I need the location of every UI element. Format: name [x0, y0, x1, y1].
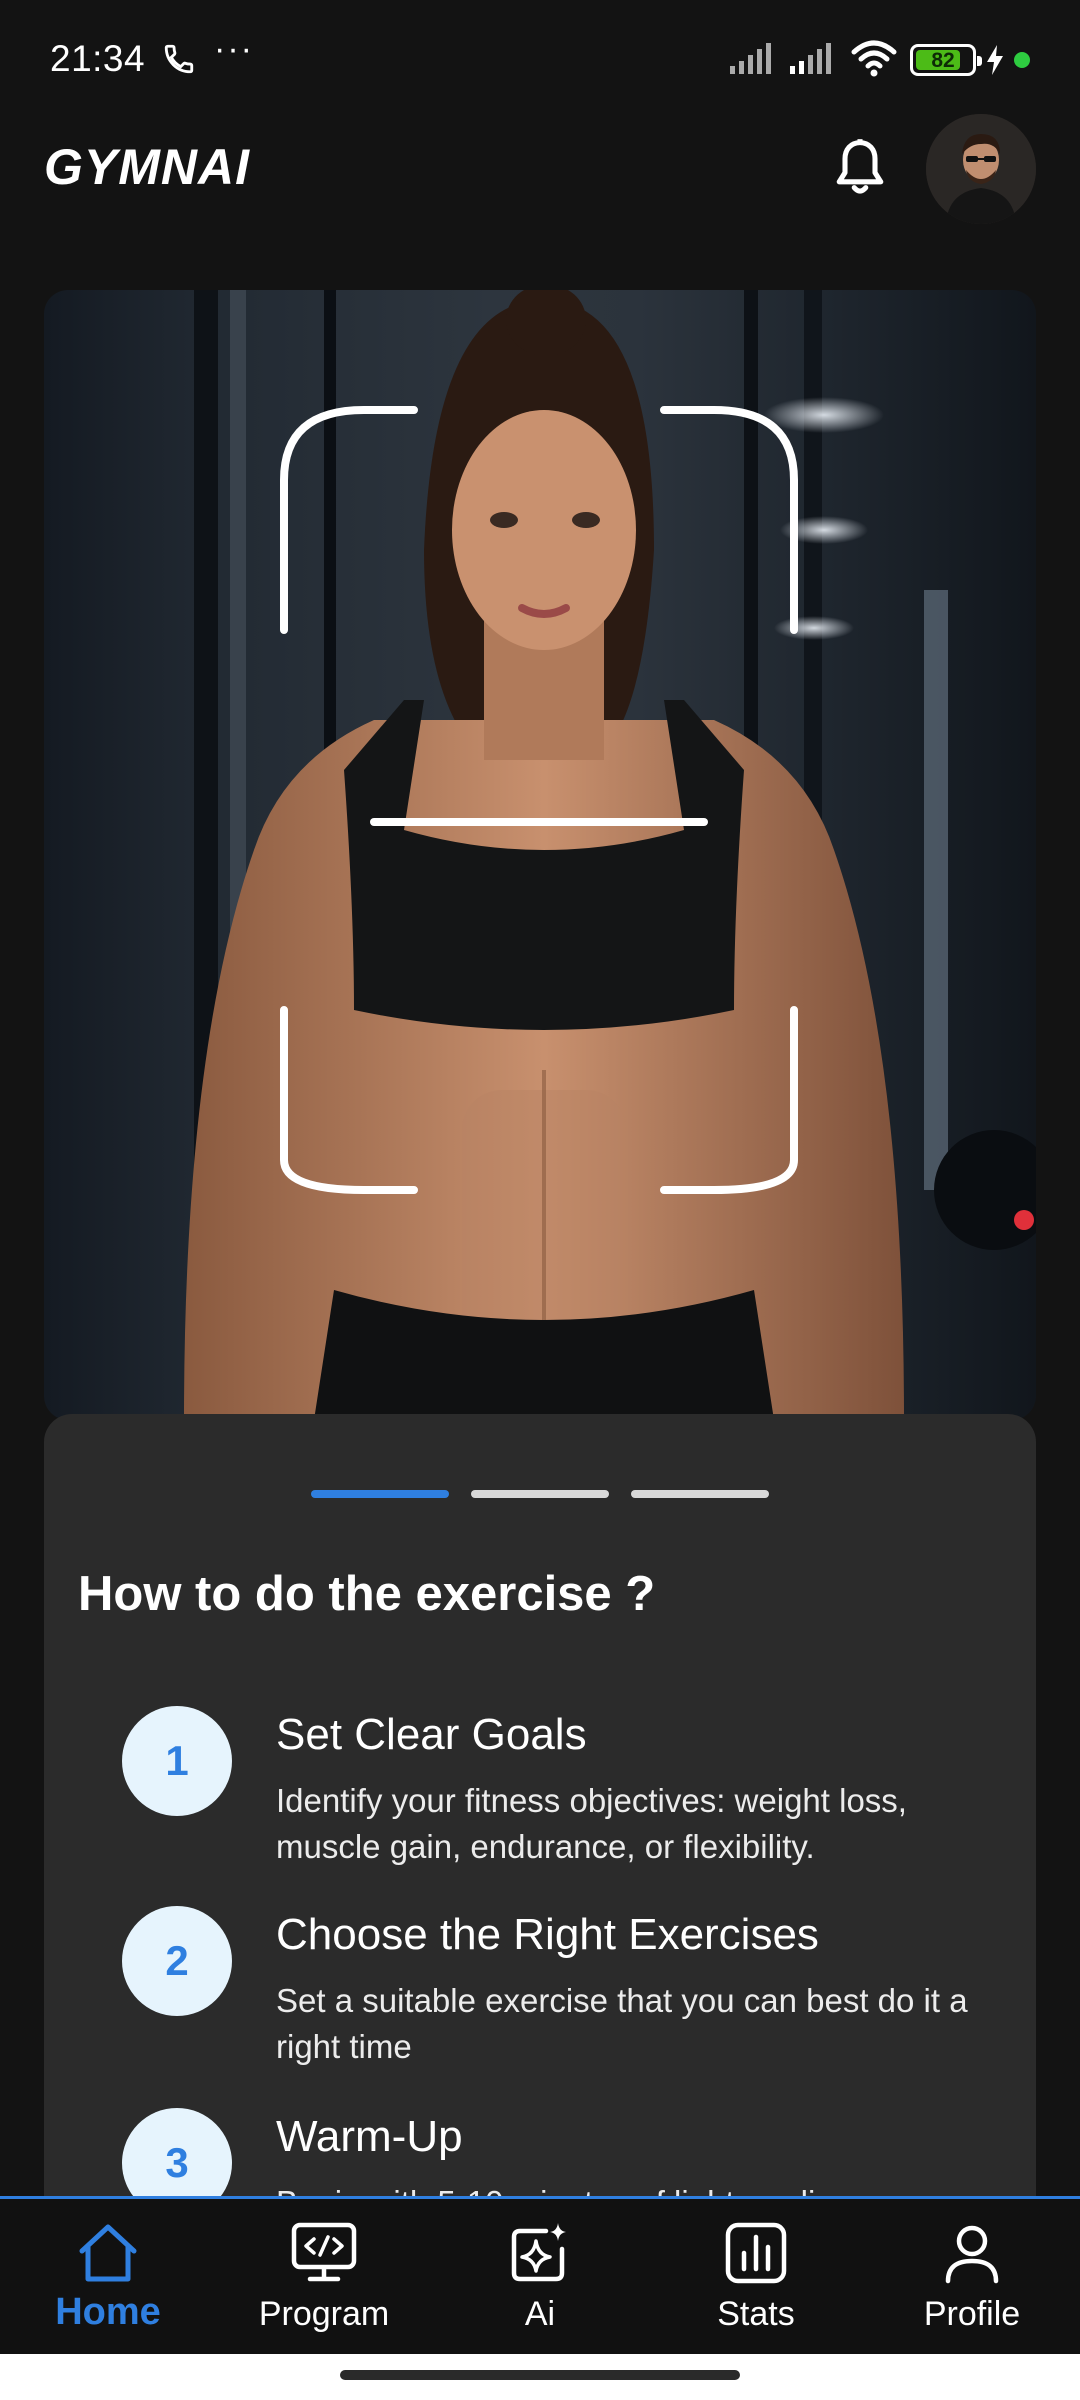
pager-dot[interactable] — [631, 1490, 769, 1498]
app-logo: GYMNAI — [44, 139, 250, 195]
bell-icon[interactable] — [832, 138, 888, 198]
status-bar: 21:34 ··· 82 — [0, 0, 1080, 120]
step-number: 2 — [122, 1906, 232, 2016]
more-notifications-icon: ··· — [214, 30, 254, 68]
nav-item-ai[interactable]: Ai — [432, 2199, 648, 2357]
nav-label: Home — [55, 2291, 161, 2333]
charging-bolt-icon — [987, 45, 1003, 75]
pager-dot-active[interactable] — [311, 1490, 449, 1498]
nav-label: Ai — [524, 2295, 556, 2333]
step-number: 1 — [122, 1706, 232, 1816]
nav-item-profile[interactable]: Profile — [864, 2199, 1080, 2357]
nav-label: Stats — [717, 2295, 795, 2333]
hero-image — [44, 290, 1036, 1420]
cell-signal-2-icon — [790, 43, 831, 74]
pager-dot[interactable] — [471, 1490, 609, 1498]
step-description: Set a suitable exercise that you can bes… — [276, 1982, 968, 2065]
stats-icon — [725, 2222, 787, 2284]
home-icon — [79, 2224, 137, 2282]
wifi-icon — [851, 40, 897, 77]
avatar-image — [926, 114, 1036, 224]
code-monitor-icon — [291, 2222, 357, 2282]
step-description: Identify your fitness objectives: weight… — [276, 1782, 907, 1865]
battery-icon: 82 — [910, 44, 982, 76]
profile-icon — [945, 2225, 999, 2284]
battery-level: 82 — [931, 49, 955, 72]
athlete-photo — [184, 290, 1036, 1420]
nav-item-program[interactable]: Program — [216, 2199, 432, 2357]
avatar[interactable] — [926, 114, 1036, 224]
step-number: 3 — [122, 2108, 232, 2204]
battery-tip — [977, 56, 982, 66]
nav-item-home[interactable]: Home — [0, 2199, 216, 2357]
card-title: How to do the exercise ? — [78, 1567, 656, 1621]
step-title: Choose the Right Exercises — [276, 1910, 819, 1959]
privacy-dot-icon — [1014, 52, 1030, 68]
home-indicator[interactable] — [340, 2370, 740, 2380]
nav-label: Profile — [923, 2295, 1021, 2333]
step-title: Warm-Up — [276, 2112, 463, 2161]
nav-label: Program — [258, 2295, 390, 2333]
step-title: Set Clear Goals — [276, 1710, 587, 1759]
phone-call-icon — [164, 44, 194, 74]
status-time: 21:34 — [50, 38, 146, 79]
instruction-card: How to do the exercise ? 1 Set Clear Goa… — [44, 1414, 1036, 2204]
bottom-nav: Home Program Ai Stats Profile — [0, 2196, 1080, 2354]
ai-sparkle-icon — [511, 2223, 566, 2282]
screen: 21:34 ··· 82 GYMNAI How to do the exerci… — [0, 0, 1080, 2400]
cell-signal-icon — [730, 43, 771, 74]
nav-item-stats[interactable]: Stats — [648, 2199, 864, 2357]
